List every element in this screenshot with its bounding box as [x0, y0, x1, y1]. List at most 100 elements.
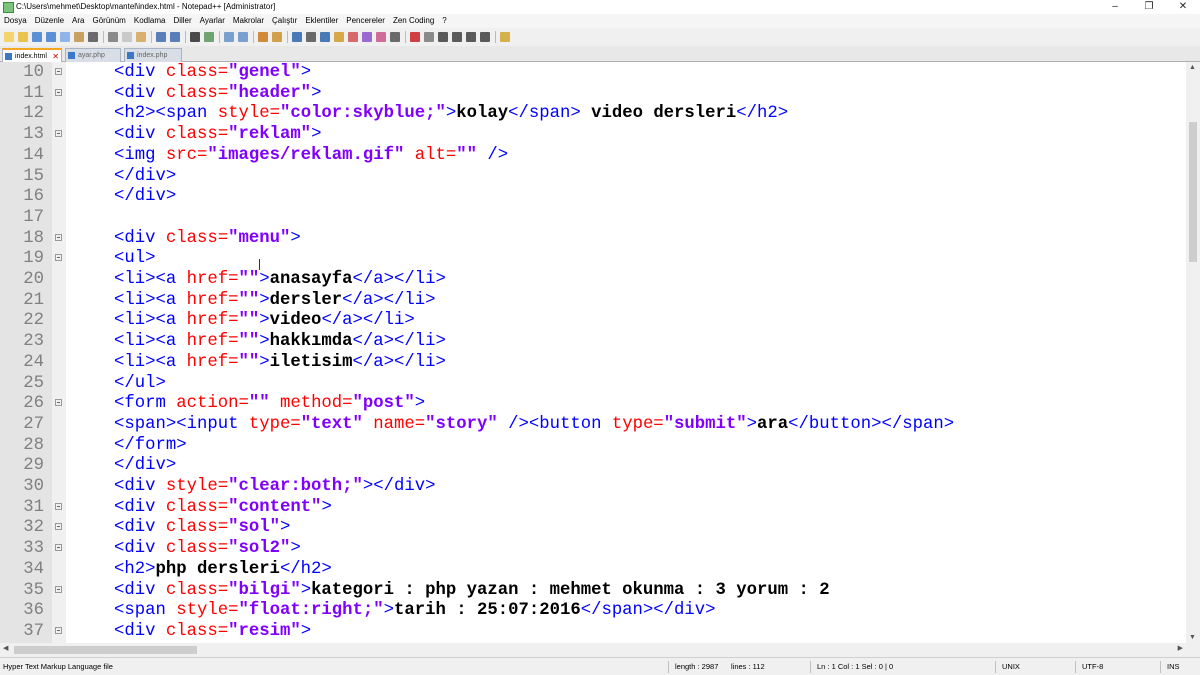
- scroll-down-icon[interactable]: ▼: [1189, 634, 1196, 641]
- code-line[interactable]: 27 <span><input type="text" name="story" …: [0, 414, 1186, 435]
- menu-item[interactable]: Makrolar: [233, 14, 264, 28]
- fold-toggle-icon[interactable]: [55, 399, 62, 407]
- toolbar-button-icon[interactable]: [4, 32, 14, 42]
- code-line[interactable]: 18 <div class="menu">: [0, 228, 1186, 249]
- toolbar-button-icon[interactable]: [334, 32, 344, 42]
- code-line[interactable]: 16 </div>: [0, 186, 1186, 207]
- fold-toggle-icon[interactable]: [55, 544, 62, 552]
- status-encoding[interactable]: UTF-8: [1082, 658, 1103, 675]
- code-line[interactable]: 22 <li><a href="">video</a></li>: [0, 310, 1186, 331]
- toolbar-button-icon[interactable]: [170, 32, 180, 42]
- menu-item[interactable]: Görünüm: [93, 14, 126, 28]
- code-line[interactable]: 29 </div>: [0, 455, 1186, 476]
- toolbar-button-icon[interactable]: [390, 32, 400, 42]
- code-line[interactable]: 31 <div class="content">: [0, 497, 1186, 518]
- code-line[interactable]: 14 <img src="images/reklam.gif" alt="" />: [0, 145, 1186, 166]
- toolbar-button-icon[interactable]: [452, 32, 462, 42]
- menu-item[interactable]: Eklentiler: [305, 14, 338, 28]
- menu-item[interactable]: Ara: [72, 14, 84, 28]
- menu-item[interactable]: Ayarlar: [200, 14, 225, 28]
- vertical-scroll-thumb[interactable]: [1189, 122, 1197, 262]
- code-editor[interactable]: 10 <div class="genel"> 11 <div class="heade…: [0, 62, 1186, 643]
- vertical-scrollbar[interactable]: ▲ ▼: [1186, 62, 1200, 643]
- fold-toggle-icon[interactable]: [55, 233, 62, 241]
- toolbar-button-icon[interactable]: [156, 32, 166, 42]
- toolbar-button-icon[interactable]: [480, 32, 490, 42]
- menu-item[interactable]: Düzenle: [35, 14, 64, 28]
- code-line[interactable]: 17: [0, 207, 1186, 228]
- menu-item[interactable]: Kodlama: [134, 14, 166, 28]
- code-line[interactable]: 13 <div class="reklam">: [0, 124, 1186, 145]
- code-line[interactable]: 12 <h2><span style="color:skyblue;">kolay…: [0, 103, 1186, 124]
- toolbar-button-icon[interactable]: [122, 32, 132, 42]
- fold-toggle-icon[interactable]: [55, 254, 62, 262]
- toolbar-button-icon[interactable]: [466, 32, 476, 42]
- menu-item[interactable]: ?: [442, 14, 446, 28]
- code-line[interactable]: 32 <div class="sol">: [0, 517, 1186, 538]
- fold-toggle-icon[interactable]: [55, 68, 62, 75]
- toolbar-button-icon[interactable]: [424, 32, 434, 42]
- toolbar-button-icon[interactable]: [362, 32, 372, 42]
- scroll-up-icon[interactable]: ▲: [1189, 64, 1196, 71]
- horizontal-scrollbar[interactable]: ◀ ▶: [0, 643, 1186, 657]
- toolbar-button-icon[interactable]: [60, 32, 70, 42]
- toolbar-button-icon[interactable]: [18, 32, 28, 42]
- code-line[interactable]: 10 <div class="genel">: [0, 62, 1186, 83]
- status-eol[interactable]: UNIX: [1002, 658, 1020, 675]
- fold-toggle-icon[interactable]: [55, 88, 62, 96]
- code-line[interactable]: 11 <div class="header">: [0, 83, 1186, 104]
- code-line[interactable]: 23 <li><a href="">hakkımda</a></li>: [0, 331, 1186, 352]
- code-line[interactable]: 26 <form action="" method="post">: [0, 393, 1186, 414]
- tab-ayar-php[interactable]: ayar.php: [65, 48, 121, 62]
- code-line[interactable]: 37 <div class="resim">: [0, 621, 1186, 642]
- code-line[interactable]: 34 <h2>php dersleri</h2>: [0, 559, 1186, 580]
- toolbar-button-icon[interactable]: [438, 32, 448, 42]
- menu-item[interactable]: Zen Coding: [393, 14, 434, 28]
- toolbar-button-icon[interactable]: [500, 32, 510, 42]
- menu-item[interactable]: Pencereler: [346, 14, 385, 28]
- maximize-button[interactable]: ❐: [1132, 0, 1166, 14]
- fold-toggle-icon[interactable]: [55, 502, 62, 510]
- code-line[interactable]: 21 <li><a href="">dersler</a></li>: [0, 290, 1186, 311]
- toolbar-button-icon[interactable]: [348, 32, 358, 42]
- toolbar-button-icon[interactable]: [258, 32, 268, 42]
- toolbar-button-icon[interactable]: [292, 32, 302, 42]
- minimize-button[interactable]: –: [1098, 0, 1132, 14]
- toolbar-button-icon[interactable]: [272, 32, 282, 42]
- menu-item[interactable]: Dosya: [4, 14, 27, 28]
- code-line[interactable]: 33 <div class="sol2">: [0, 538, 1186, 559]
- tab-index-php[interactable]: index.php: [124, 48, 182, 62]
- code-line[interactable]: 30 <div style="clear:both;"></div>: [0, 476, 1186, 497]
- toolbar-button-icon[interactable]: [32, 32, 42, 42]
- toolbar-button-icon[interactable]: [74, 32, 84, 42]
- code-line[interactable]: 20 <li><a href="">anasayfa</a></li>: [0, 269, 1186, 290]
- toolbar-button-icon[interactable]: [410, 32, 420, 42]
- scroll-left-icon[interactable]: ◀: [3, 644, 8, 652]
- fold-toggle-icon[interactable]: [55, 585, 62, 593]
- toolbar-button-icon[interactable]: [46, 32, 56, 42]
- toolbar-button-icon[interactable]: [136, 32, 146, 42]
- code-line[interactable]: 35 <div class="bilgi">kategori : php yaza…: [0, 580, 1186, 601]
- toolbar-button-icon[interactable]: [190, 32, 200, 42]
- tab-index-html[interactable]: index.html ✕: [2, 48, 62, 62]
- toolbar-button-icon[interactable]: [108, 32, 118, 42]
- code-line[interactable]: 24 <li><a href="">iletisim</a></li>: [0, 352, 1186, 373]
- toolbar-button-icon[interactable]: [320, 32, 330, 42]
- fold-toggle-icon[interactable]: [55, 523, 62, 531]
- toolbar-button-icon[interactable]: [224, 32, 234, 42]
- toolbar-button-icon[interactable]: [238, 32, 248, 42]
- code-line[interactable]: 25 </ul>: [0, 373, 1186, 394]
- code-line[interactable]: 36 <span style="float:right;">tarih : 25:…: [0, 600, 1186, 621]
- menu-item[interactable]: Çalıştır: [272, 14, 297, 28]
- code-line[interactable]: 28 </form>: [0, 435, 1186, 456]
- fold-toggle-icon[interactable]: [55, 626, 62, 634]
- fold-toggle-icon[interactable]: [55, 130, 62, 138]
- close-button[interactable]: ✕: [1166, 0, 1200, 14]
- toolbar-button-icon[interactable]: [376, 32, 386, 42]
- toolbar-button-icon[interactable]: [204, 32, 214, 42]
- menu-item[interactable]: Diller: [173, 14, 191, 28]
- code-line[interactable]: 19 <ul>: [0, 248, 1186, 269]
- horizontal-scroll-thumb[interactable]: [14, 646, 197, 654]
- scroll-right-icon[interactable]: ▶: [1178, 644, 1183, 652]
- code-line[interactable]: 15 </div>: [0, 166, 1186, 187]
